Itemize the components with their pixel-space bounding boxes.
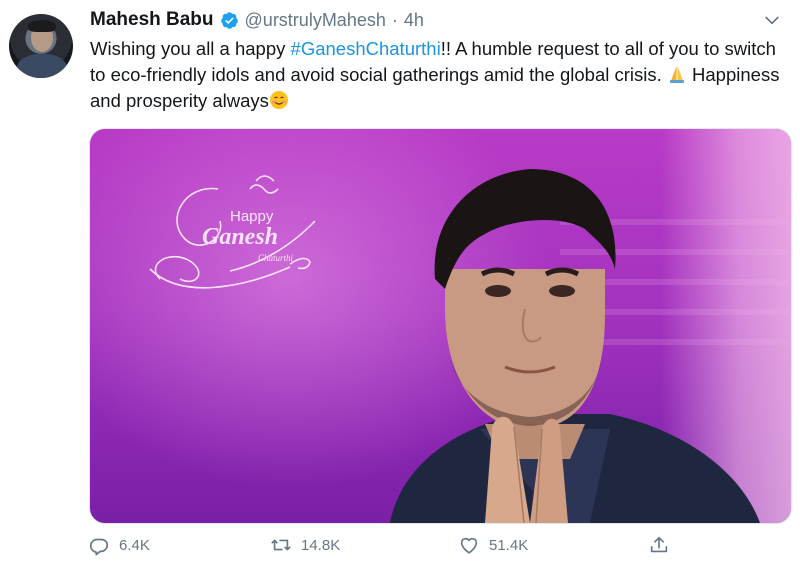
- smiling-face-emoji-icon: [269, 90, 289, 110]
- retweet-button[interactable]: 14.8K: [270, 534, 340, 556]
- greeting-artwork: Happy Ganesh Chaturthi: [90, 129, 791, 523]
- tweet-text: Wishing you all a happy #GaneshChaturthi…: [90, 36, 790, 114]
- tweet-timestamp[interactable]: 4h: [404, 10, 424, 31]
- heart-icon: [458, 534, 480, 556]
- author-name[interactable]: Mahesh Babu: [90, 9, 214, 31]
- tweet-header: Mahesh Babu @urstrulyMahesh · 4h: [90, 8, 424, 32]
- folded-hands-emoji-icon: [667, 64, 687, 84]
- chevron-down-icon[interactable]: [762, 10, 782, 30]
- share-icon: [648, 534, 670, 556]
- reply-icon: [88, 534, 110, 556]
- avatar[interactable]: [9, 14, 73, 78]
- separator-dot: ·: [392, 10, 398, 31]
- retweet-icon: [270, 534, 292, 556]
- chaturthi-text: Chaturthi: [258, 253, 294, 263]
- tweet-text-part: Wishing you all a happy: [90, 38, 291, 59]
- tweet-actions: 6.4K 14.8K 51.4K: [88, 534, 788, 564]
- hashtag-link[interactable]: #GaneshChaturthi: [291, 38, 441, 59]
- like-button[interactable]: 51.4K: [458, 534, 528, 556]
- like-count: 51.4K: [489, 537, 528, 554]
- verified-badge-icon: [220, 11, 239, 30]
- reply-button[interactable]: 6.4K: [88, 534, 150, 556]
- author-handle[interactable]: @urstrulyMahesh: [245, 10, 386, 31]
- retweet-count: 14.8K: [301, 537, 340, 554]
- tweet-image[interactable]: Happy Ganesh Chaturthi: [89, 128, 792, 524]
- reply-count: 6.4K: [119, 537, 150, 554]
- ganesh-text: Ganesh: [202, 224, 278, 250]
- happy-text: Happy: [230, 208, 274, 225]
- share-button[interactable]: [648, 534, 670, 556]
